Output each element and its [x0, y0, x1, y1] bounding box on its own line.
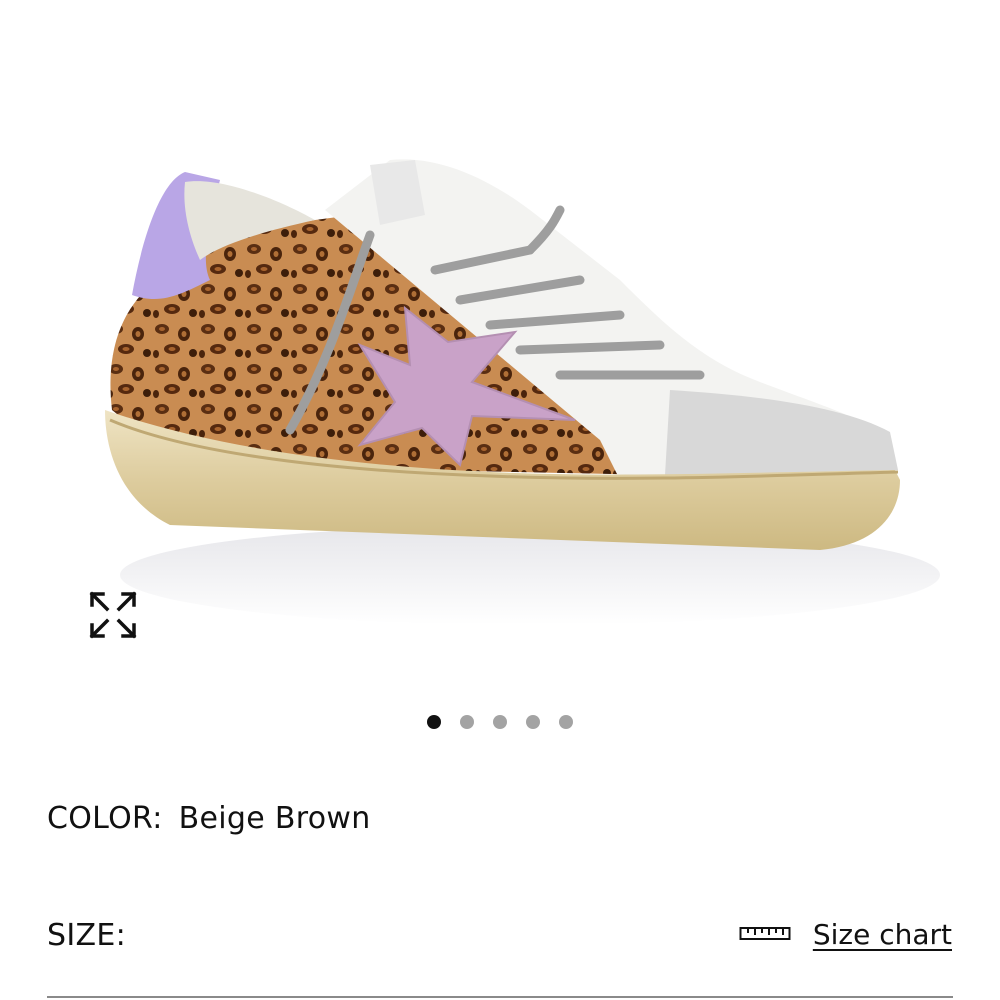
expand-image-button[interactable] — [86, 590, 140, 644]
carousel-indicators — [0, 715, 1000, 731]
divider — [47, 996, 953, 998]
product-image[interactable] — [60, 120, 940, 670]
expand-icon — [88, 590, 138, 644]
carousel-dot-2[interactable] — [460, 715, 474, 729]
color-selection: COLOR: Beige Brown — [47, 801, 371, 836]
carousel-dot-4[interactable] — [526, 715, 540, 729]
carousel-dot-3[interactable] — [493, 715, 507, 729]
color-label: COLOR: — [47, 801, 163, 836]
size-chart-label[interactable]: Size chart — [813, 918, 952, 951]
size-label: SIZE: — [47, 918, 127, 953]
color-value: Beige Brown — [178, 801, 371, 836]
carousel-dot-5[interactable] — [559, 715, 573, 729]
carousel-dot-1[interactable] — [427, 715, 441, 729]
size-chart-link[interactable]: Size chart — [739, 918, 952, 951]
ruler-icon — [739, 924, 791, 946]
